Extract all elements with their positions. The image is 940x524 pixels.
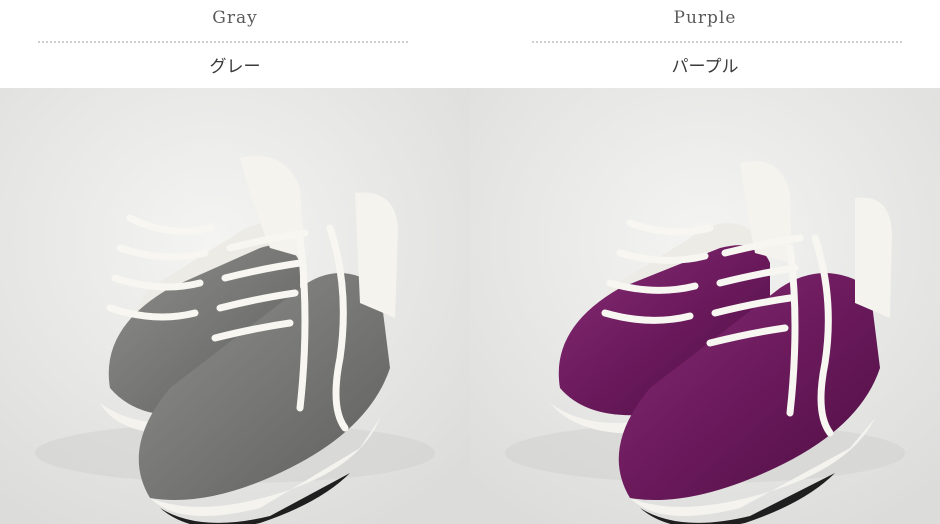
- variant-purple: Purple パープル: [470, 0, 940, 524]
- variant-label-en: Gray: [212, 8, 258, 28]
- color-variants-page: Gray グレー Purple パープル: [0, 0, 940, 524]
- product-photo-gray: [0, 88, 470, 524]
- variant-label-en: Purple: [673, 8, 737, 28]
- product-photo-purple: [470, 88, 940, 524]
- sneaker-pair-illustration: [0, 88, 470, 524]
- dotted-divider: [532, 41, 902, 43]
- sneaker-pair-illustration: [470, 88, 940, 524]
- variant-label-ja: グレー: [209, 57, 261, 77]
- variant-label-ja: パープル: [671, 57, 739, 77]
- dotted-divider: [38, 41, 408, 43]
- variant-gray: Gray グレー: [0, 0, 470, 524]
